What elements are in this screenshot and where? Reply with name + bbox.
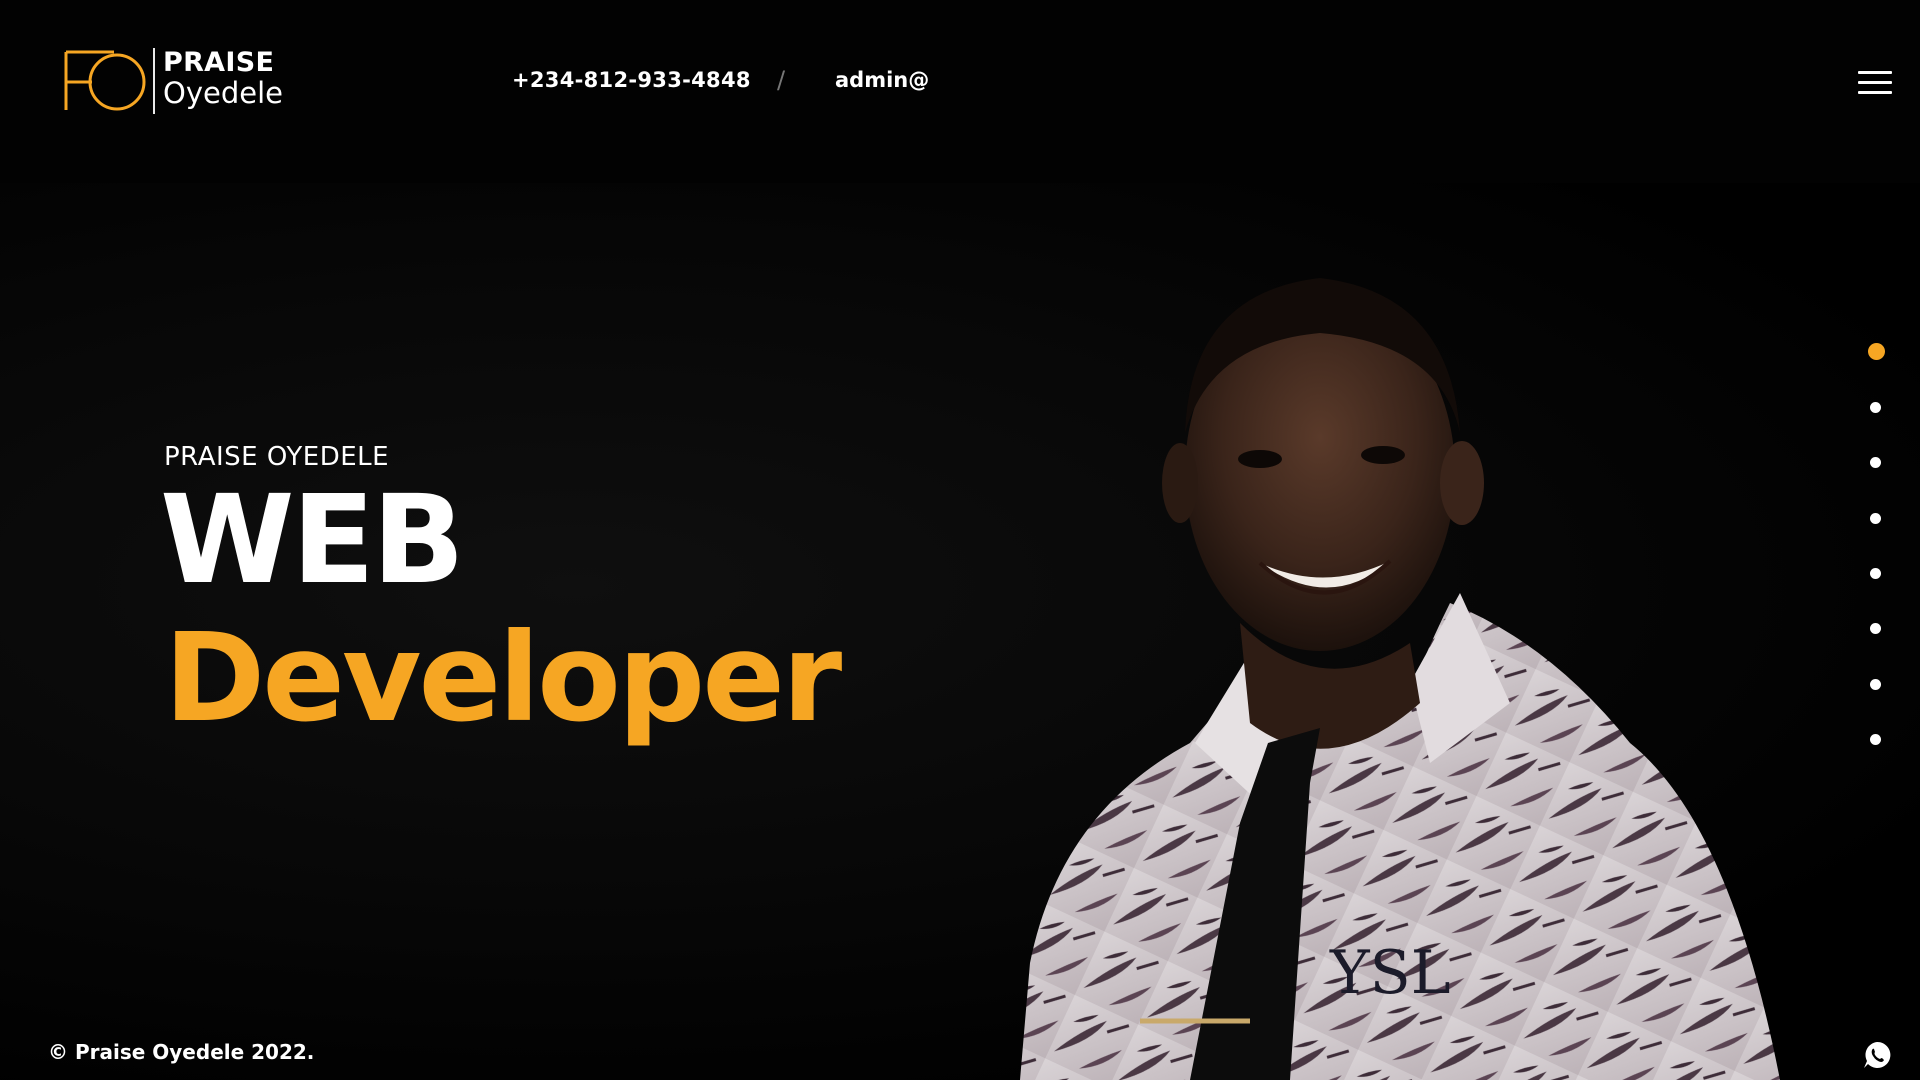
- logo-divider: [153, 48, 155, 114]
- svg-text:YSL: YSL: [1329, 938, 1451, 1008]
- slide-dot-4[interactable]: [1870, 513, 1881, 524]
- copyright-text: © Praise Oyedele 2022.: [48, 1040, 315, 1064]
- logo-last-name: Oyedele: [163, 76, 283, 110]
- portrait-image: YSL: [1020, 278, 1780, 1080]
- hero-title-line-1: WEB: [160, 469, 465, 611]
- hero-eyebrow: PRAISE OYEDELE: [164, 442, 390, 472]
- phone-link[interactable]: +234-812-933-4848: [512, 68, 751, 92]
- logo-first-name: PRAISE: [163, 47, 275, 78]
- page: PRAISE Oyedele +234-812-933-4848 / admin…: [0, 0, 1920, 1080]
- email-link[interactable]: admin@: [835, 68, 929, 92]
- slide-dot-3[interactable]: [1870, 457, 1881, 468]
- contact-separator: /: [777, 66, 786, 94]
- hamburger-menu-icon[interactable]: [1858, 71, 1892, 95]
- site-header: PRAISE Oyedele +234-812-933-4848 / admin…: [0, 0, 1920, 183]
- slide-dot-2[interactable]: [1870, 402, 1881, 413]
- site-logo[interactable]: PRAISE Oyedele: [62, 46, 302, 118]
- slide-dot-1[interactable]: [1868, 343, 1885, 360]
- whatsapp-icon[interactable]: [1862, 1040, 1892, 1070]
- slide-dot-7[interactable]: [1870, 679, 1881, 690]
- slide-dot-6[interactable]: [1870, 623, 1881, 634]
- hero-title-line-2: Developer: [164, 607, 842, 749]
- slide-dot-5[interactable]: [1870, 568, 1881, 579]
- logo-monogram-icon: [64, 50, 146, 111]
- slide-dot-8[interactable]: [1870, 734, 1881, 745]
